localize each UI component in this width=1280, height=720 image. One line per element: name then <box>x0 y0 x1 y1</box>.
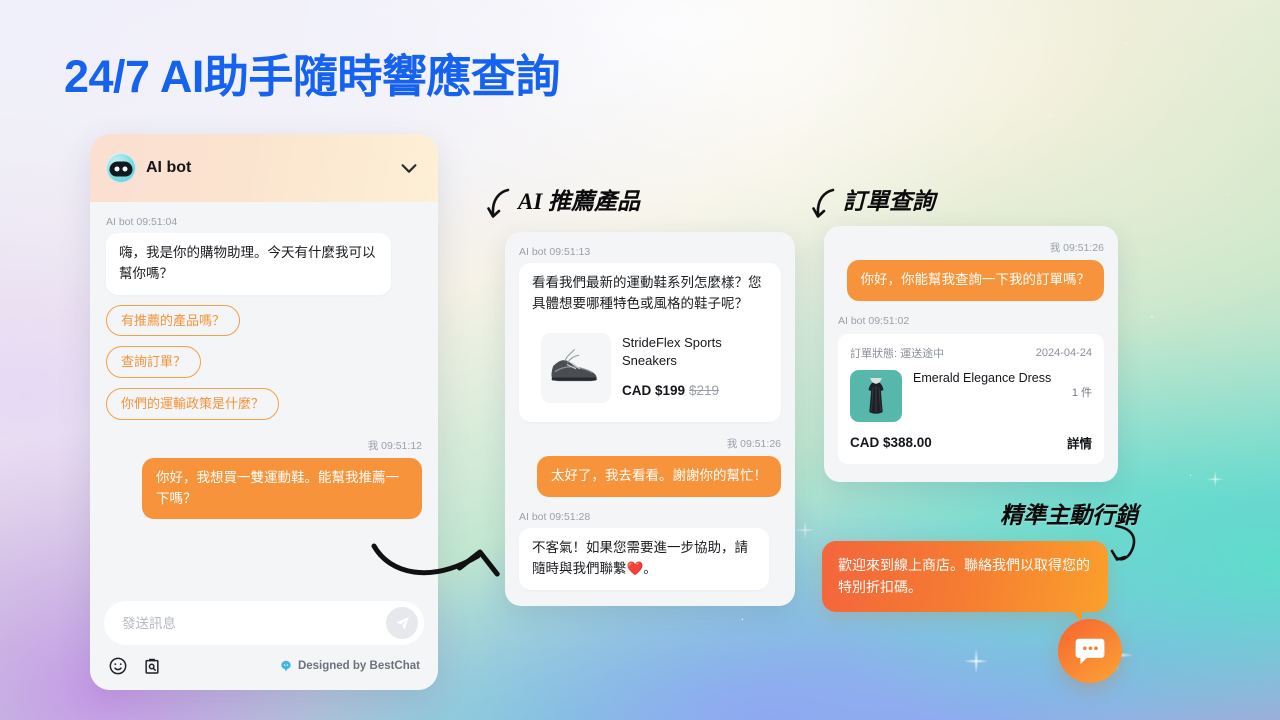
chat-widget: AI bot AI bot 09:51:04 嗨，我是你的購物助理。今天有什麼我… <box>90 134 438 690</box>
annotation-order: 訂單查詢 <box>843 189 935 214</box>
robot-avatar-icon <box>106 153 136 183</box>
user-message-bubble: 太好了，我去看看。謝謝你的幫忙！ <box>537 455 781 497</box>
order-total-row: CAD $388.00 詳情 <box>850 433 1092 452</box>
message-meta: 我 09:51:12 <box>367 439 422 452</box>
message-group-bot: AI bot 09:51:28 不客氣！如果您需要進一步協助，請隨時與我們聯繫❤… <box>519 511 781 590</box>
chevron-down-icon[interactable] <box>398 157 420 179</box>
product-name: StrideFlex Sports Sneakers <box>622 334 722 369</box>
annotation-marketing: 精準主動行銷 <box>1000 503 1138 528</box>
search-clipboard-icon[interactable] <box>142 656 162 676</box>
user-message-bubble: 你好，我想買一雙運動鞋。能幫我推薦一下嗎？ <box>142 457 422 520</box>
message-meta: AI bot 09:51:28 <box>519 510 591 523</box>
green-dress-photo <box>850 369 902 422</box>
message-input[interactable] <box>122 615 386 631</box>
order-detail-link[interactable]: 詳情 <box>1067 433 1092 452</box>
message-meta: 我 09:51:26 <box>1049 242 1104 254</box>
message-group-bot: AI bot 09:51:04 嗨，我是你的購物助理。今天有什麼我可以幫你嗎？ <box>106 216 422 295</box>
chat-composer: Designed by BestChat <box>90 591 438 690</box>
brand-text: Designed by BestChat <box>297 660 420 672</box>
product-price-original: $219 <box>689 383 720 399</box>
sneaker-illustration <box>551 348 597 381</box>
chat-bubble-glyph <box>1075 638 1105 664</box>
message-meta: AI bot 09:51:02 <box>838 314 910 327</box>
composer-tools: Designed by BestChat <box>104 656 424 676</box>
send-paper-plane-icon[interactable] <box>386 607 418 639</box>
chat-bubble-icon[interactable] <box>1058 619 1122 683</box>
dress-illustration <box>868 377 884 414</box>
emoji-smiley-icon[interactable] <box>108 656 128 676</box>
chat-message-list: AI bot 09:51:04 嗨，我是你的購物助理。今天有什麼我可以幫你嗎？ … <box>90 202 438 591</box>
order-status-row: 訂單狀態: 運送途中 2024-04-24 <box>850 345 1092 361</box>
chat-input-wrapper <box>104 601 424 645</box>
order-status: 訂單狀態: 運送途中 <box>850 347 945 360</box>
quick-reply-list: 有推薦的產品嗎？ 查詢訂單？ 你們的運輸政策是什麼？ <box>106 295 422 420</box>
order-item-name: Emerald Elegance Dress <box>913 370 1052 385</box>
order-line-item: Emerald Elegance Dress 1 件 <box>850 369 1092 422</box>
quick-reply-chip-0[interactable]: 有推薦的產品嗎？ <box>106 304 241 337</box>
bestchat-logo-icon <box>281 660 291 672</box>
annotation-recommend: AI 推薦產品 <box>518 189 641 214</box>
order-summary-card[interactable]: 訂單狀態: 運送途中 2024-04-24 Emerald Elegance D… <box>838 333 1104 464</box>
message-meta: AI bot 09:51:13 <box>519 246 591 258</box>
chat-bot-name: AI bot <box>146 159 192 176</box>
product-price-current: CAD $199 <box>622 383 686 399</box>
bot-message-text: 看看我們最新的運動鞋系列怎麼樣？您具體想要哪種特色或風格的鞋子呢？ <box>532 275 762 311</box>
order-item-qty: 1 件 <box>1071 386 1092 399</box>
sneaker-photo <box>541 332 611 403</box>
proactive-marketing-bubble: 歡迎來到線上商店。聯絡我們以取得您的特別折扣碼。 <box>822 541 1108 623</box>
user-message-bubble: 你好，你能幫我查詢一下我的訂單嗎？ <box>846 260 1104 301</box>
page-title: 24/7 AI助手隨時響應查詢 <box>64 51 560 102</box>
bot-message-bubble: 看看我們最新的運動鞋系列怎麼樣？您具體想要哪種特色或風格的鞋子呢？ Stride… <box>519 263 781 422</box>
bot-message-bubble: 不客氣！如果您需要進一步協助，請隨時與我們聯繫❤️。 <box>519 527 769 590</box>
order-date: 2024-04-24 <box>1035 346 1092 359</box>
message-meta: AI bot 09:51:04 <box>106 216 178 228</box>
message-group-user: 我 09:51:26 太好了，我去看看。謝謝你的幫忙！ <box>519 436 781 497</box>
robot-face <box>109 161 133 177</box>
order-total: CAD $388.00 <box>850 434 932 450</box>
product-card[interactable]: StrideFlex Sports Sneakers CAD $199 $219 <box>532 323 768 412</box>
product-info: StrideFlex Sports Sneakers CAD $199 $219 <box>622 333 759 402</box>
message-group-bot: AI bot 09:51:02 訂單狀態: 運送途中 2024-04-24 Em… <box>838 315 1104 464</box>
robot-eye-left <box>114 166 120 172</box>
message-group-user: 我 09:51:12 你好，我想買一雙運動鞋。能幫我推薦一下嗎？ <box>106 438 422 520</box>
brand-credit: Designed by BestChat <box>279 659 420 673</box>
message-meta: 我 09:51:26 <box>726 437 781 450</box>
chat-header: AI bot <box>90 134 438 202</box>
bot-message-bubble: 嗨，我是你的購物助理。今天有什麼我可以幫你嗎？ <box>106 233 391 295</box>
product-price: CAD $199 $219 <box>622 381 759 402</box>
recommendation-card: AI bot 09:51:13 看看我們最新的運動鞋系列怎麼樣？您具體想要哪種特… <box>505 232 795 606</box>
quick-reply-chip-1[interactable]: 查詢訂單？ <box>106 346 202 379</box>
quick-reply-chip-2[interactable]: 你們的運輸政策是什麼？ <box>106 388 280 420</box>
robot-eye-right <box>122 166 128 172</box>
order-query-card: 我 09:51:26 你好，你能幫我查詢一下我的訂單嗎？ AI bot 09:5… <box>824 226 1118 482</box>
